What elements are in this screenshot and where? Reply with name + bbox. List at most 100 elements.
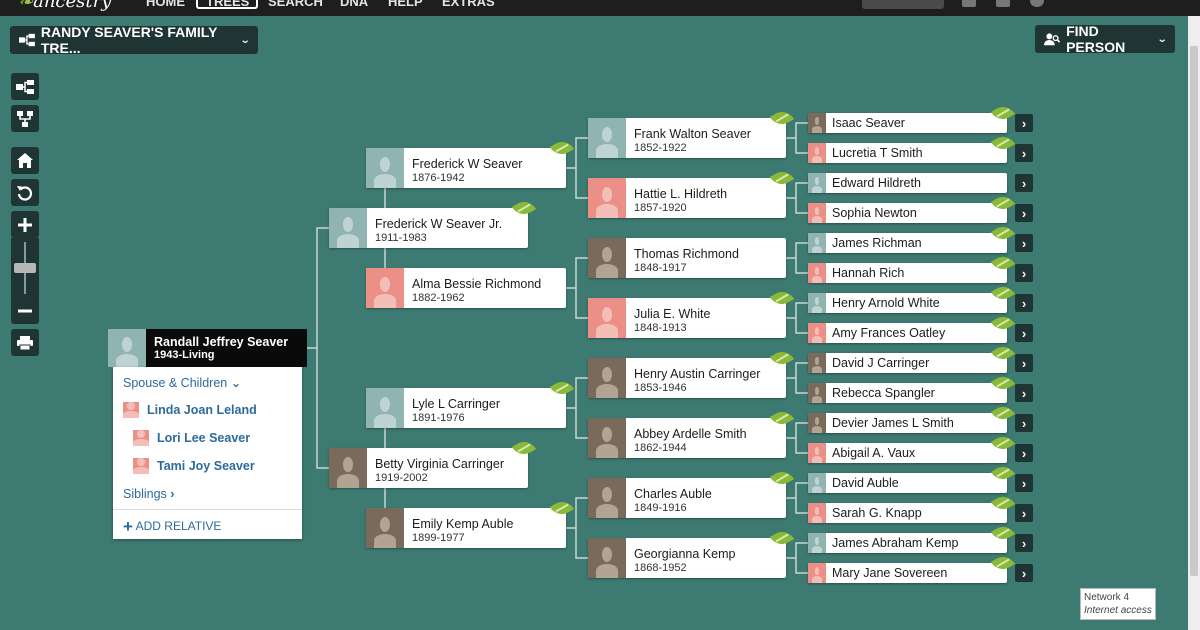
person-photo-placeholder — [808, 263, 826, 283]
expand-ancestors-button[interactable]: › — [1015, 204, 1033, 222]
expand-ancestors-button[interactable]: › — [1015, 474, 1033, 492]
expand-ancestors-button[interactable]: › — [1015, 294, 1033, 312]
siblings-toggle[interactable]: Siblings › — [123, 487, 174, 501]
grandparent-card[interactable]: Emily Kemp Auble 1899-1977 — [366, 508, 566, 548]
gg-grandparent-card[interactable]: Lucretia T Smith — [808, 143, 1007, 163]
gg-grandparent-card[interactable]: James Abraham Kemp — [808, 533, 1007, 553]
gg-grandparent-card[interactable]: Sophia Newton — [808, 203, 1007, 223]
gg-grandparent-card[interactable]: Amy Frances Oatley — [808, 323, 1007, 343]
person-name: Georgianna Kemp — [634, 547, 736, 561]
expand-ancestors-button[interactable]: › — [1015, 504, 1033, 522]
focus-person-name: Randall Jeffrey Seaver — [154, 335, 289, 349]
divider — [113, 509, 302, 510]
parent-card[interactable]: Frederick W Seaver Jr. 1911-1983 — [329, 208, 528, 248]
expand-ancestors-button[interactable]: › — [1015, 534, 1033, 552]
gg-grandparent-card[interactable]: Abigail A. Vaux — [808, 443, 1007, 463]
person-dates: 1868-1952 — [634, 562, 687, 574]
expand-ancestors-button[interactable]: › — [1015, 114, 1033, 132]
person-photo — [588, 238, 626, 278]
spouse-children-toggle[interactable]: Spouse & Children ⌄ — [123, 375, 241, 390]
expand-ancestors-button[interactable]: › — [1015, 324, 1033, 342]
focus-person-card[interactable]: Randall Jeffrey Seaver 1943-Living — [108, 329, 307, 367]
person-name: Edward Hildreth — [832, 176, 921, 190]
person-name: Amy Frances Oatley — [832, 326, 946, 340]
great-grandparent-card[interactable]: Julia E. White 1848-1913 — [588, 298, 786, 338]
add-relative-button[interactable]: + ADD RELATIVE — [123, 517, 221, 537]
person-name: Betty Virginia Carringer — [375, 457, 504, 471]
gg-grandparent-card[interactable]: Devier James L Smith — [808, 413, 1007, 433]
person-dates: 1857-1920 — [634, 202, 687, 214]
person-photo-placeholder — [366, 268, 404, 308]
expand-ancestors-button[interactable]: › — [1015, 414, 1033, 432]
person-name: Lyle L Carringer — [412, 397, 501, 411]
person-photo-placeholder — [808, 233, 826, 253]
person-dates: 1891-1976 — [412, 412, 465, 424]
person-photo-placeholder — [808, 563, 826, 583]
person-name: Rebecca Spangler — [832, 386, 935, 400]
person-photo — [808, 113, 826, 133]
grandparent-card[interactable]: Lyle L Carringer 1891-1976 — [366, 388, 566, 428]
great-grandparent-card[interactable]: Georgianna Kemp 1868-1952 — [588, 538, 786, 578]
grandparent-card[interactable]: Alma Bessie Richmond 1882-1962 — [366, 268, 566, 308]
great-grandparent-card[interactable]: Henry Austin Carringer 1853-1946 — [588, 358, 786, 398]
scrollbar-thumb[interactable] — [1190, 46, 1198, 576]
gg-grandparent-card[interactable]: Rebecca Spangler — [808, 383, 1007, 403]
great-grandparent-card[interactable]: Hattie L. Hildreth 1857-1920 — [588, 178, 786, 218]
person-name: Emily Kemp Auble — [412, 517, 514, 531]
expand-ancestors-button[interactable]: › — [1015, 264, 1033, 282]
great-grandparent-card[interactable]: Frank Walton Seaver 1852-1922 — [588, 118, 786, 158]
child-link[interactable]: Tami Joy Seaver — [157, 459, 255, 473]
person-photo — [588, 538, 626, 578]
person-photo — [366, 508, 404, 548]
person-name: Hattie L. Hildreth — [634, 187, 728, 201]
expand-ancestors-button[interactable]: › — [1015, 564, 1033, 582]
person-name: Charles Auble — [634, 487, 712, 501]
person-name: Hannah Rich — [832, 266, 905, 280]
gg-grandparent-card[interactable]: David Auble — [808, 473, 1007, 493]
person-photo-placeholder — [108, 329, 146, 367]
female-person-icon — [133, 430, 149, 446]
great-grandparent-card[interactable]: Charles Auble 1849-1916 — [588, 478, 786, 518]
person-dates: 1848-1913 — [634, 322, 687, 334]
parent-card[interactable]: Betty Virginia Carringer 1919-2002 — [329, 448, 528, 488]
expand-ancestors-button[interactable]: › — [1015, 384, 1033, 402]
expand-ancestors-button[interactable]: › — [1015, 444, 1033, 462]
great-grandparent-card[interactable]: Abbey Ardelle Smith 1862-1944 — [588, 418, 786, 458]
person-photo-placeholder — [366, 388, 404, 428]
person-name: Isaac Seaver — [832, 116, 905, 130]
person-photo-placeholder — [808, 533, 826, 553]
gg-grandparent-card[interactable]: Hannah Rich — [808, 263, 1007, 283]
child-link[interactable]: Lori Lee Seaver — [157, 431, 250, 445]
person-name: Alma Bessie Richmond — [412, 277, 542, 291]
gg-grandparent-card[interactable]: Edward Hildreth — [808, 173, 1007, 193]
network-subtitle: Internet access — [1084, 605, 1152, 616]
person-name: James Richman — [832, 236, 922, 250]
gg-grandparent-card[interactable]: James Richman — [808, 233, 1007, 253]
vertical-scrollbar[interactable] — [1188, 16, 1200, 630]
person-photo — [329, 448, 367, 488]
person-dates: 1853-1946 — [634, 382, 687, 394]
person-photo — [588, 478, 626, 518]
great-grandparent-card[interactable]: Thomas Richmond 1848-1917 — [588, 238, 786, 278]
expand-ancestors-button[interactable]: › — [1015, 234, 1033, 252]
expand-ancestors-button[interactable]: › — [1015, 354, 1033, 372]
gg-grandparent-card[interactable]: Isaac Seaver — [808, 113, 1007, 133]
person-dates: 1876-1942 — [412, 172, 465, 184]
expand-ancestors-button[interactable]: › — [1015, 174, 1033, 192]
spouse-link[interactable]: Linda Joan Leland — [147, 403, 257, 417]
female-person-icon — [123, 402, 139, 418]
person-photo-placeholder — [808, 443, 826, 463]
person-photo-placeholder — [366, 148, 404, 188]
family-panel: Spouse & Children ⌄ Linda Joan Leland Lo… — [113, 367, 302, 539]
gg-grandparent-card[interactable]: Sarah G. Knapp — [808, 503, 1007, 523]
gg-grandparent-card[interactable]: Mary Jane Sovereen — [808, 563, 1007, 583]
person-dates: 1862-1944 — [634, 442, 687, 454]
person-name: David J Carringer — [832, 356, 930, 370]
expand-ancestors-button[interactable]: › — [1015, 144, 1033, 162]
plus-icon: + — [123, 517, 133, 536]
grandparent-card[interactable]: Frederick W Seaver 1876-1942 — [366, 148, 566, 188]
person-name: Sophia Newton — [832, 206, 917, 220]
person-dates: 1899-1977 — [412, 532, 465, 544]
gg-grandparent-card[interactable]: David J Carringer — [808, 353, 1007, 373]
gg-grandparent-card[interactable]: Henry Arnold White — [808, 293, 1007, 313]
